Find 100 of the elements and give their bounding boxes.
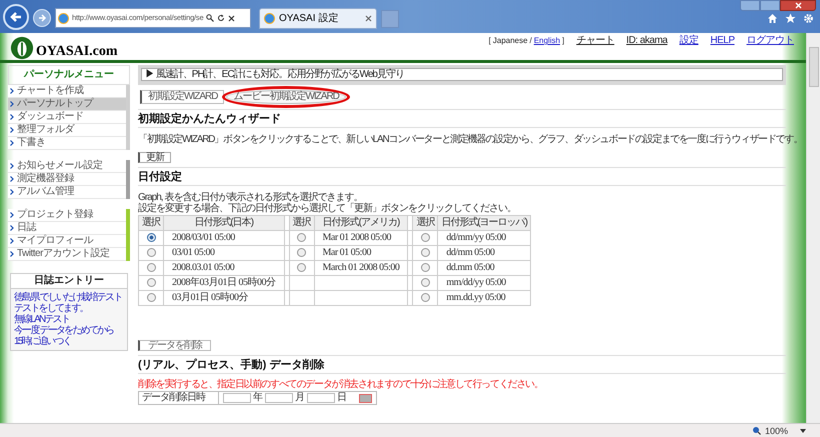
back-icon[interactable] [3, 4, 29, 30]
date-input[interactable] [265, 393, 293, 403]
tab-title: OYASAI 設定 [279, 12, 340, 26]
header-link[interactable]: HELP [710, 35, 734, 47]
radio-button[interactable] [297, 248, 306, 257]
radio-button[interactable] [146, 232, 156, 242]
radio-button[interactable] [420, 262, 430, 272]
table-cell: 2008/03/01 05:00 [172, 232, 235, 243]
maximize-button[interactable] [760, 0, 780, 11]
radio-button[interactable] [420, 232, 430, 242]
menu-item[interactable]: ダッシュボード [8, 111, 126, 124]
menu-item[interactable]: Twitterアカウント設定 [8, 248, 126, 261]
diary-entry-link[interactable]: 15時に追いつく [14, 336, 71, 347]
date-input[interactable] [307, 393, 335, 403]
date-input[interactable] [223, 393, 251, 403]
zoom-level[interactable]: 100% [764, 426, 788, 436]
chevron-icon [10, 212, 14, 218]
section-heading: 日付設定 [138, 167, 786, 186]
delete-data-button[interactable]: データを削除 [138, 340, 211, 351]
menu-item[interactable]: チャートを作成 [8, 85, 126, 98]
header-link[interactable]: ID: akama [626, 35, 668, 47]
diary-entry-link[interactable]: 無線LANテスト [14, 314, 70, 325]
zoom-icon[interactable] [752, 426, 761, 435]
table-cell: Mar 01 05:00 [322, 247, 371, 258]
intro-text: 設定を変更する場合、下記の日付形式から選択して「更新」ボタンをクリックしてください。 [138, 203, 516, 214]
notice-bar: ▶ 風速計、PH計、EC計にも対応。応用分野が広がるWeb見守り [141, 68, 783, 81]
radio-button[interactable] [297, 262, 306, 272]
column-header: 日付形式(アメリカ) [322, 217, 400, 228]
radio-button[interactable] [146, 248, 156, 257]
update-button[interactable]: 更新 [138, 152, 171, 163]
chevron-icon [10, 88, 14, 94]
scrollbar[interactable] [806, 33, 820, 423]
chevron-icon [10, 101, 14, 107]
menu-item[interactable]: マイプロフィール [8, 235, 126, 248]
table-cell: dd/mm/yy 05:00 [446, 232, 506, 243]
warning-text: 削除を実行すると、指定日以前のすべてのデータが消去されますので十分に注意して行ってください。 [138, 379, 543, 390]
radio-button[interactable] [146, 292, 156, 302]
table-cell: 2008.03.01 05:00 [172, 262, 234, 273]
diary-entry-link[interactable]: テストをしてます。 [14, 303, 88, 314]
calendar-icon[interactable] [359, 394, 372, 402]
search-icon[interactable] [206, 14, 214, 22]
chevron-icon [10, 140, 14, 146]
diary-title: 日誌エントリー [11, 274, 127, 289]
minimize-button[interactable] [740, 0, 760, 11]
menu-item[interactable]: 測定機器登録 [8, 173, 126, 186]
chevron-icon [10, 225, 14, 231]
radio-button[interactable] [420, 278, 430, 287]
table-cell: 03月01日 05時00分 [172, 292, 248, 303]
chevron-icon [10, 238, 14, 244]
unit-label: 年 [253, 392, 263, 404]
window-close-button[interactable] [780, 0, 816, 11]
wizard-tab[interactable]: 初期設定WIZARD [140, 90, 224, 104]
menu-item[interactable]: お知らせメール設定 [8, 160, 126, 173]
refresh-icon[interactable] [217, 14, 226, 22]
menu-item[interactable]: 下書き [8, 137, 126, 150]
home-icon[interactable] [767, 13, 778, 24]
menu-item[interactable]: パーソナルトップ [8, 98, 126, 111]
language-option[interactable]: English [534, 36, 560, 46]
header-link[interactable]: チャート [576, 35, 614, 47]
header-link[interactable]: ログアウト [746, 35, 794, 47]
chevron-icon [10, 163, 14, 169]
logo-icon [10, 36, 34, 60]
browser-tab[interactable]: OYASAI 設定 [259, 8, 377, 29]
scroll-thumb[interactable] [808, 47, 818, 87]
radio-button[interactable] [420, 248, 430, 257]
column-header: 選択 [142, 217, 160, 228]
star-icon[interactable] [785, 13, 796, 24]
header-link[interactable]: 設定 [679, 35, 698, 47]
wizard-description: 「初期設定WIZARD」ボタンをクリックすることで、新しいLANコンバーターと測定機器の設定から、グラフ、ダッシュボードの設定までを一度に行うウィザードです。 [138, 134, 802, 146]
table-cell: dd.mm 05:00 [446, 262, 494, 273]
caret-icon[interactable] [800, 428, 806, 432]
forward-icon[interactable] [33, 9, 51, 27]
globe-icon [58, 12, 69, 24]
diary-entry-link[interactable]: 今ー度 データをためてから [14, 325, 114, 336]
menu-item[interactable]: プロジェクト登録 [8, 209, 126, 222]
menu-item[interactable]: アルバム管理 [8, 186, 126, 199]
table-cell: mm.dd.yy 05:00 [446, 292, 506, 303]
column-header: 日付形式(日本) [194, 217, 254, 228]
menu-title: パーソナルメニュー [8, 65, 130, 85]
table-cell: dd/mm 05:00 [446, 247, 495, 258]
radio-button[interactable] [297, 232, 306, 242]
field-label: データ削除日時 [139, 392, 219, 404]
language-option[interactable]: Japanese [492, 36, 528, 46]
diary-entry-link[interactable]: 徳島県 でしいたけ栽培テスト [14, 292, 122, 303]
menu-item[interactable]: 整理フォルダ [8, 124, 126, 137]
radio-button[interactable] [146, 278, 156, 287]
table-cell: 03/01 05:00 [172, 247, 215, 258]
unit-label: 日 [337, 392, 347, 404]
settings-icon[interactable] [803, 13, 814, 24]
close-icon[interactable] [228, 14, 236, 22]
radio-button[interactable] [146, 262, 156, 272]
bracket-text: [ [488, 36, 491, 46]
table-cell: March 01 2008 05:00 [322, 262, 400, 273]
bracket-text: ] [562, 36, 564, 46]
table-cell: mm/dd/yy 05:00 [446, 277, 506, 288]
chevron-icon [10, 127, 14, 133]
column-header: 日付形式(ヨーロッパ) [441, 217, 528, 228]
menu-item[interactable]: 日誌 [8, 222, 126, 235]
radio-button[interactable] [420, 292, 430, 302]
close-icon [794, 2, 802, 9]
